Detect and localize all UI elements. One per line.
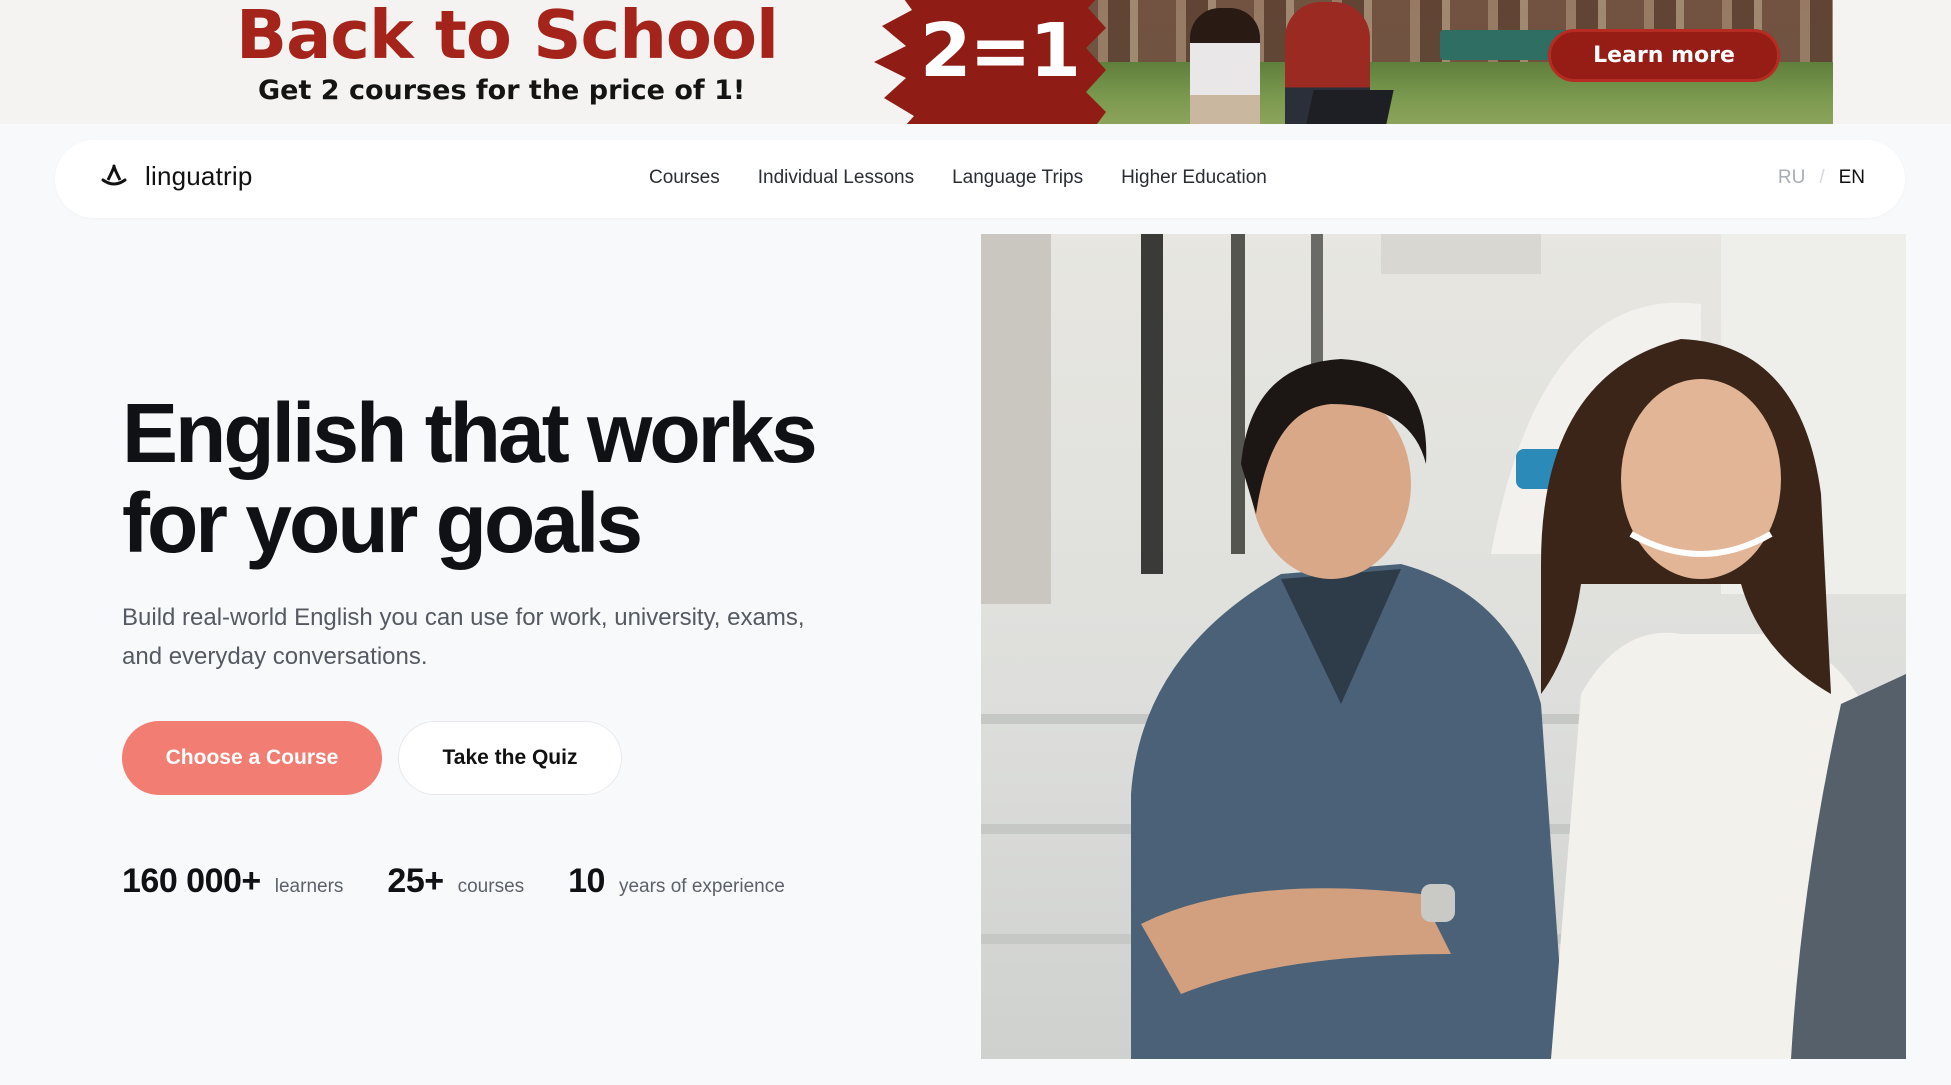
stat-label: years of experience bbox=[618, 876, 785, 897]
promo-subtitle: Get 2 courses for the price of 1! bbox=[258, 75, 746, 106]
hero-photo bbox=[981, 234, 1906, 1059]
nav-item-language-trips[interactable]: Language Trips bbox=[952, 167, 1083, 189]
hero-title-line: for your goals bbox=[122, 476, 643, 570]
stat-learners: 160 000+ learners bbox=[122, 862, 343, 901]
take-quiz-button[interactable]: Take the Quiz bbox=[398, 721, 622, 795]
stat-value: 25+ bbox=[387, 862, 444, 900]
stat-experience: 10 years of experience bbox=[568, 862, 785, 901]
hero-description-line: Build real-world English you can use for… bbox=[122, 604, 805, 631]
promo-banner[interactable]: 2=1 Back to School Get 2 courses for the… bbox=[0, 0, 1951, 124]
nav-item-courses[interactable]: Courses bbox=[649, 167, 720, 189]
site-header: linguatrip Courses Individual Lessons La… bbox=[55, 140, 1905, 218]
hero-description: Build real-world English you can use for… bbox=[122, 598, 922, 676]
stat-courses: 25+ courses bbox=[387, 862, 524, 901]
logo-icon bbox=[101, 164, 127, 185]
learn-more-button[interactable]: Learn more bbox=[1548, 29, 1780, 82]
stat-label: learners bbox=[274, 876, 344, 897]
logo[interactable]: linguatrip bbox=[99, 161, 253, 192]
stat-label: courses bbox=[457, 876, 525, 897]
stats: 160 000+ learners 25+ courses 10 years o… bbox=[122, 862, 829, 901]
lang-separator: / bbox=[1819, 167, 1825, 188]
hero-title: English that works for your goals bbox=[122, 388, 882, 568]
main-nav: Courses Individual Lessons Language Trip… bbox=[649, 167, 1267, 189]
promo-title: Back to School bbox=[236, 0, 779, 74]
lang-ru[interactable]: RU bbox=[1778, 167, 1805, 189]
hero-photo-illustration bbox=[981, 234, 1906, 1059]
promo-badge-text: 2=1 bbox=[920, 8, 1081, 94]
stat-value: 10 bbox=[568, 862, 605, 900]
nav-item-individual-lessons[interactable]: Individual Lessons bbox=[758, 167, 914, 189]
nav-item-higher-education[interactable]: Higher Education bbox=[1121, 167, 1267, 189]
hero-title-line: English that works bbox=[122, 386, 818, 480]
stat-value: 160 000+ bbox=[122, 862, 261, 900]
lang-en[interactable]: EN bbox=[1839, 167, 1865, 189]
logo-text: linguatrip bbox=[145, 161, 253, 191]
language-switcher: RU / EN bbox=[1778, 167, 1865, 189]
choose-course-button[interactable]: Choose a Course bbox=[122, 721, 382, 795]
hero-description-line: and everyday conversations. bbox=[122, 643, 428, 670]
